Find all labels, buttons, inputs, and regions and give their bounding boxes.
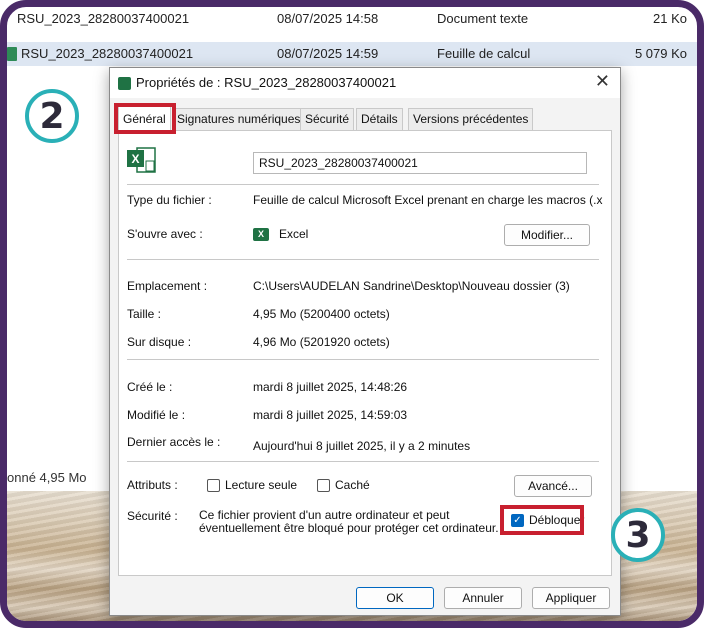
divider <box>127 359 599 360</box>
created-label: Créé le : <box>127 380 173 394</box>
modified-label: Modifié le : <box>127 408 186 422</box>
opens-with-label: S'ouvre avec : <box>127 227 203 241</box>
step-3-callout: 3 <box>611 508 665 562</box>
security-message-line2: éventuellement être bloqué pour protéger… <box>199 521 499 535</box>
apply-button[interactable]: Appliquer <box>532 587 610 609</box>
type-value: Feuille de calcul Microsoft Excel prenan… <box>253 193 603 207</box>
screenshot-frame: RSU_2023_28280037400021 08/07/2025 14:58… <box>0 0 704 628</box>
file-date: 08/07/2025 14:58 <box>277 11 379 26</box>
cancel-button[interactable]: Annuler <box>444 587 522 609</box>
properties-dialog: Propriétés de : RSU_2023_28280037400021 … <box>109 67 621 616</box>
modify-button[interactable]: Modifier... <box>504 224 590 246</box>
accessed-value: Aujourd'hui 8 juillet 2025, il y a 2 min… <box>253 439 471 453</box>
modified-value: mardi 8 juillet 2025, 14:59:03 <box>253 408 408 422</box>
advanced-button[interactable]: Avancé... <box>514 475 592 497</box>
status-bar-text: onné 4,95 Mo <box>7 470 87 485</box>
created-value: mardi 8 juillet 2025, 14:48:26 <box>253 380 408 394</box>
step-2-callout: 2 <box>25 89 79 143</box>
size-label: Taille : <box>127 307 162 321</box>
file-name: RSU_2023_28280037400021 <box>21 46 194 61</box>
location-label: Emplacement : <box>127 279 208 293</box>
excel-icon <box>118 77 131 90</box>
security-label: Sécurité : <box>127 509 178 523</box>
file-date: 08/07/2025 14:59 <box>277 46 379 61</box>
dialog-title: Propriétés de : RSU_2023_28280037400021 <box>136 75 397 90</box>
attributes-label: Attributs : <box>127 478 178 492</box>
excel-file-icon <box>7 47 17 61</box>
file-size: 21 Ko <box>653 11 687 26</box>
ok-button[interactable]: OK <box>356 587 434 609</box>
file-row-selected[interactable]: RSU_2023_28280037400021 08/07/2025 14:59… <box>7 42 697 66</box>
general-tab-highlight <box>114 103 176 134</box>
filename-input[interactable]: RSU_2023_28280037400021 <box>253 152 587 174</box>
hidden-label: Caché <box>335 478 370 492</box>
size-value: 4,95 Mo (5200400 octets) <box>253 307 390 321</box>
tab-digital-signatures[interactable]: Signatures numériques <box>172 108 306 130</box>
close-icon[interactable]: ✕ <box>595 71 610 92</box>
divider <box>127 461 599 462</box>
tab-previous-versions[interactable]: Versions précédentes <box>408 108 534 130</box>
type-label: Type du fichier : <box>127 193 212 207</box>
divider <box>127 259 599 260</box>
tab-security[interactable]: Sécurité <box>300 108 355 130</box>
opens-with-value: Excel <box>279 227 309 241</box>
file-size: 5 079 Ko <box>634 46 687 61</box>
divider <box>127 184 599 185</box>
readonly-checkbox[interactable] <box>207 479 220 492</box>
svg-text:X: X <box>131 152 139 166</box>
unblock-highlight <box>500 505 584 535</box>
file-type: Feuille de calcul <box>437 46 531 61</box>
readonly-label: Lecture seule <box>225 478 298 492</box>
security-message-line1: Ce fichier provient d'un autre ordinateu… <box>199 508 450 522</box>
file-row[interactable]: RSU_2023_28280037400021 08/07/2025 14:58… <box>7 7 697 31</box>
disk-size-label: Sur disque : <box>127 335 192 349</box>
file-name: RSU_2023_28280037400021 <box>17 11 190 26</box>
tab-details[interactable]: Détails <box>356 108 403 130</box>
excel-file-large-icon: X <box>127 147 156 173</box>
hidden-checkbox[interactable] <box>317 479 330 492</box>
accessed-label: Dernier accès le : <box>127 435 221 449</box>
disk-size-value: 4,96 Mo (5201920 octets) <box>253 335 390 349</box>
file-type: Document texte <box>437 11 529 26</box>
location-value: C:\Users\AUDELAN Sandrine\Desktop\Nouvea… <box>253 279 570 293</box>
excel-icon: X <box>253 228 269 241</box>
tab-bar: Général Signatures numériques Sécurité D… <box>118 106 612 131</box>
dialog-titlebar[interactable]: Propriétés de : RSU_2023_28280037400021 … <box>110 68 620 98</box>
